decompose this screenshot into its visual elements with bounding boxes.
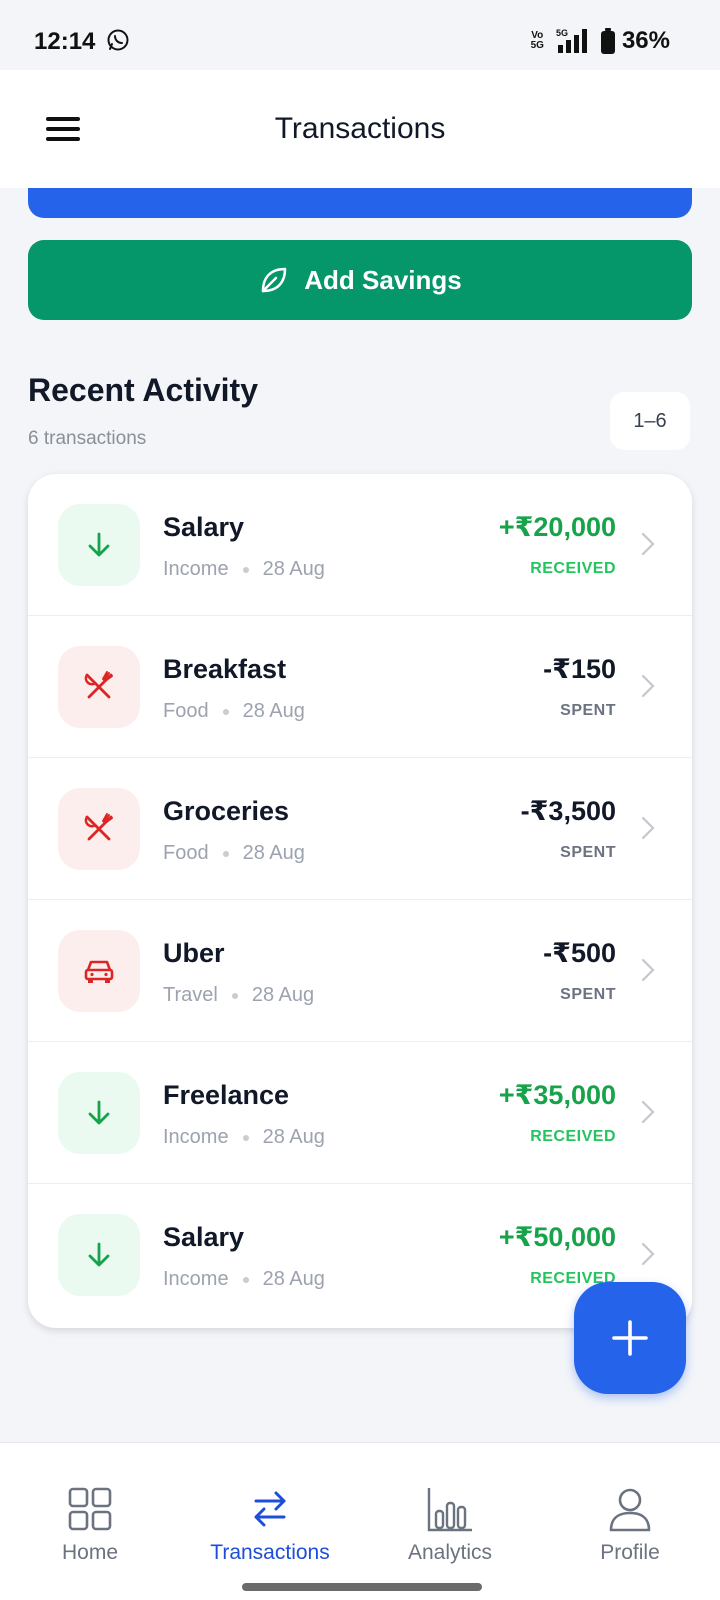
grid-icon [68,1487,112,1531]
nav-label: Home [61,1541,119,1564]
transaction-title: Groceries [163,796,290,826]
chevron-right-icon [641,816,655,840]
nav-item-analytics[interactable]: Analytics [360,1443,540,1600]
transaction-meta: Food 28 Aug [163,842,305,865]
transaction-title: Salary [163,512,245,542]
transaction-amount: -₹500 [543,938,616,968]
add-savings-button[interactable]: Add Savings [28,240,692,320]
transaction-amount: +₹50,000 [498,1222,616,1252]
leaf-icon [262,267,287,293]
battery-icon [600,28,615,54]
transaction-date: 28 Aug [262,558,325,580]
whatsapp-icon [107,29,129,51]
transaction-category: Travel [163,984,218,1006]
transaction-amount: +₹20,000 [498,512,616,542]
svg-text:5G: 5G [556,28,568,38]
home-indicator [242,1583,482,1591]
app-bar: Transactions [0,70,720,188]
transaction-category: Food [163,842,209,864]
recent-activity-title: Recent Activity [28,372,258,408]
nav-item-profile[interactable]: Profile [540,1443,720,1600]
table-row[interactable]: Salary Income 28 Aug +₹20,000 RECEIVED [28,474,692,616]
transaction-category: Food [163,700,209,722]
transaction-meta: Food 28 Aug [163,700,305,723]
table-row[interactable]: Breakfast Food 28 Aug -₹150 SPENT [28,616,692,758]
user-icon [609,1488,651,1532]
chevron-right-icon [641,1100,655,1124]
transaction-meta: Travel 28 Aug [163,984,314,1007]
utensils-icon [58,788,140,870]
table-row[interactable]: Groceries Food 28 Aug -₹3,500 SPENT [28,758,692,900]
transaction-date: 28 Aug [262,1126,325,1148]
transaction-meta: Income 28 Aug [163,1126,325,1149]
status-indicators: Vo 5G 5G 36% [531,26,670,56]
chevron-right-icon [641,958,655,982]
transaction-amount: -₹150 [543,654,616,684]
table-row[interactable]: Freelance Income 28 Aug +₹35,000 RECEIVE… [28,1042,692,1184]
bottom-nav: Home Transactions Analytics Profile [0,1442,720,1600]
transaction-meta: Income 28 Aug [163,1268,325,1291]
transaction-title: Breakfast [163,654,287,684]
plus-icon [612,1320,648,1356]
swap-arrows-icon [254,1491,286,1527]
separator-dot [231,992,238,999]
transaction-category: Income [163,1126,229,1148]
arrow-down-icon [58,1072,140,1154]
page-title: Transactions [274,112,446,145]
nav-item-home[interactable]: Home [0,1443,180,1600]
nav-label: Analytics [407,1541,493,1564]
nav-item-transactions[interactable]: Transactions [180,1443,360,1600]
transaction-title: Uber [163,938,225,968]
transaction-count: 6 transactions [28,428,147,449]
separator-dot [222,708,229,715]
separator-dot [242,1276,249,1283]
separator-dot [242,1134,249,1141]
transaction-date: 28 Aug [242,842,305,864]
chevron-right-icon [641,532,655,556]
transaction-status: SPENT [560,986,616,1003]
transaction-date: 28 Aug [251,984,315,1006]
transaction-title: Salary [163,1222,245,1252]
arrow-down-icon [58,504,140,586]
utensils-icon [58,646,140,728]
nav-label: Profile [600,1541,660,1564]
battery-percent: 36% [621,27,670,54]
add-transaction-button[interactable] [574,1282,686,1394]
transaction-meta: Income 28 Aug [163,558,325,581]
bar-chart-icon [427,1488,472,1532]
table-row[interactable]: Uber Travel 28 Aug -₹500 SPENT [28,900,692,1042]
chevron-right-icon [641,674,655,698]
transaction-status: RECEIVED [530,560,616,577]
range-badge[interactable]: 1–6 [610,392,690,450]
transaction-date: 28 Aug [262,1268,325,1290]
transaction-category: Income [163,1268,229,1290]
status-bar: 12:14 Vo 5G 5G 36% [0,0,720,70]
add-savings-label: Add Savings [304,264,462,295]
chevron-right-icon [641,1242,655,1266]
transaction-status: RECEIVED [530,1128,616,1145]
signal-icon: 5G [556,28,587,53]
separator-dot [242,566,249,573]
transaction-amount: +₹35,000 [498,1080,616,1110]
status-time: 12:14 [34,28,96,55]
transaction-list: Salary Income 28 Aug +₹20,000 RECEIVED B… [28,474,692,1328]
separator-dot [222,850,229,857]
transaction-amount: -₹3,500 [520,796,616,826]
transaction-date: 28 Aug [242,700,305,722]
transaction-status: SPENT [560,844,616,861]
volte-indicator: Vo 5G [530,30,544,51]
transaction-status: SPENT [560,702,616,719]
car-icon [58,930,140,1012]
arrow-down-icon [58,1214,140,1296]
nav-label: Transactions [210,1541,330,1564]
transaction-title: Freelance [163,1080,290,1110]
transaction-category: Income [163,558,229,580]
